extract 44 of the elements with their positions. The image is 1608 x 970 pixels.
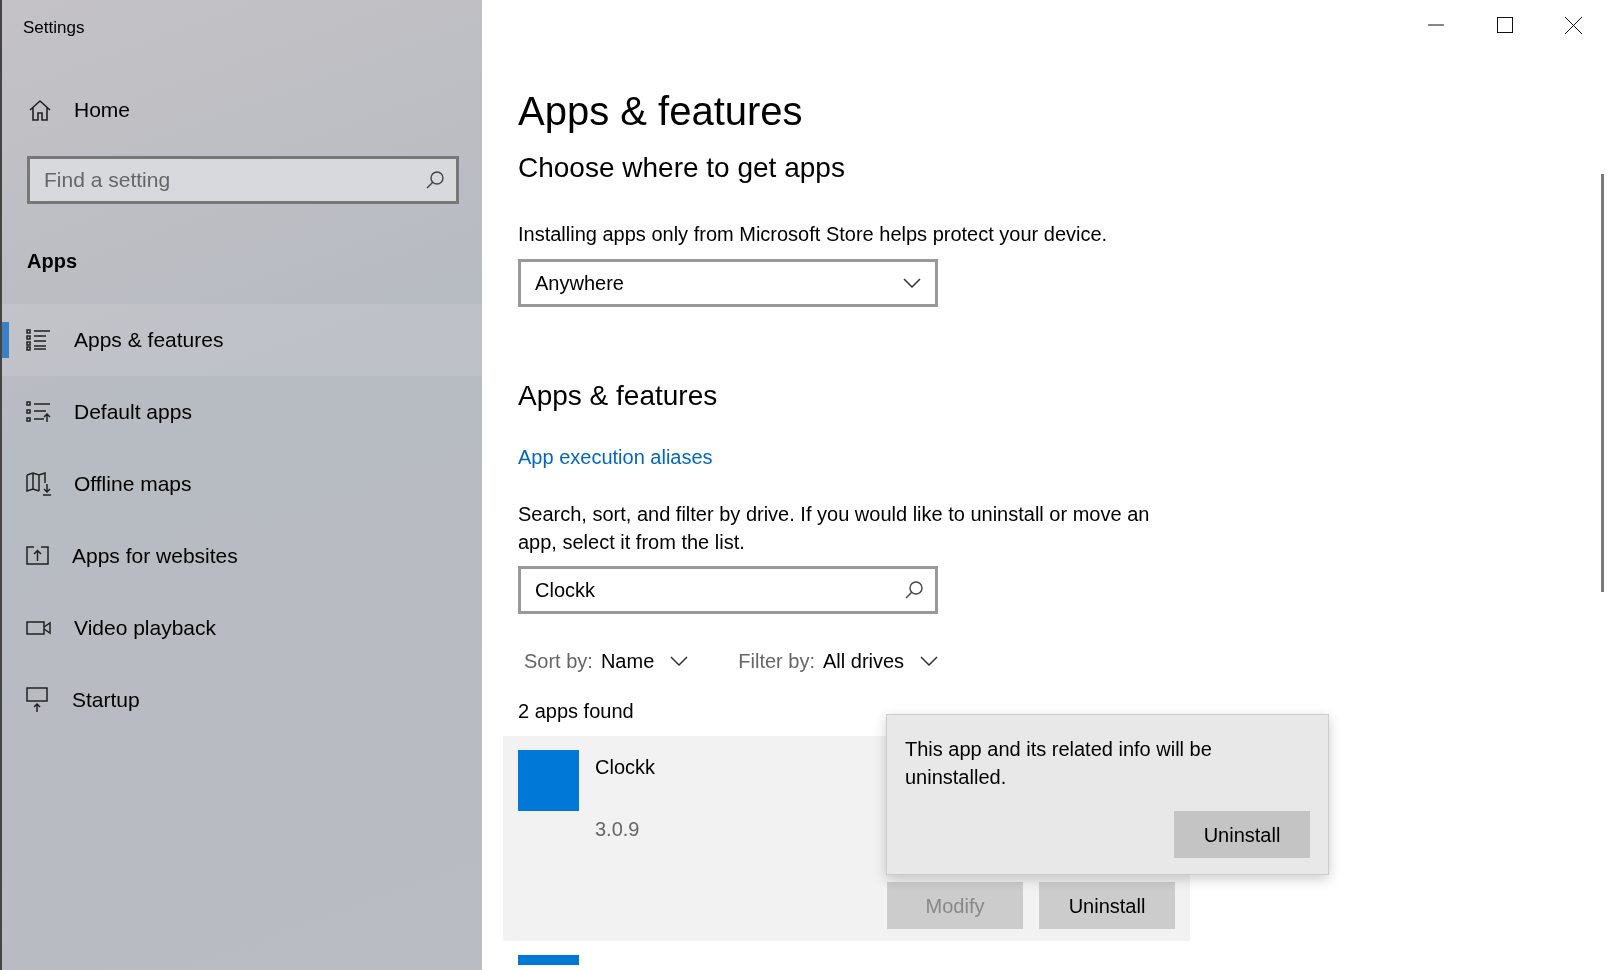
home-link[interactable]: Home — [2, 60, 482, 126]
list-arrow-icon — [26, 400, 52, 423]
source-dropdown[interactable]: Anywhere — [518, 258, 938, 307]
window-arrow-icon — [26, 545, 50, 566]
app-search-field[interactable]: Clockk — [518, 566, 938, 615]
minimize-icon — [1427, 24, 1444, 26]
app-icon — [518, 955, 579, 966]
aliases-link[interactable]: App execution aliases — [518, 442, 713, 473]
section-heading: Apps & features — [518, 378, 719, 413]
section-heading: Apps — [26, 248, 78, 274]
chevron-icon — [670, 656, 689, 667]
chevron-icon — [920, 656, 939, 667]
nav-item[interactable]: Apps for websites — [2, 519, 482, 592]
result-count: 2 apps found — [518, 699, 635, 725]
search-field[interactable]: Find a setting — [27, 155, 459, 204]
app-icon — [518, 750, 579, 812]
uninstall-button[interactable]: Uninstall — [1039, 882, 1175, 930]
close-icon — [1565, 16, 1582, 34]
description: Search, sort, and filter by drive. If you would like to uninstall or move an app, select it from the list. — [518, 502, 1151, 556]
nav-item[interactable]: Offline maps — [2, 447, 482, 520]
section-heading: Choose where to get apps — [518, 151, 846, 185]
scrollbar[interactable] — [1601, 174, 1604, 592]
list-icon — [26, 328, 52, 351]
nav-item[interactable]: Startup — [2, 663, 482, 736]
description: Installing apps only from Microsoft Store helps protect your device. — [518, 221, 1109, 247]
map-icon — [26, 471, 52, 496]
nav-item[interactable]: Default apps — [2, 375, 482, 448]
search-icon — [425, 169, 445, 190]
nav-item[interactable]: Apps & features — [2, 303, 482, 376]
video-camera-icon — [26, 618, 52, 637]
search-icon — [904, 580, 924, 601]
window-title: Settings — [22, 17, 86, 39]
page-title: Apps & features — [518, 89, 804, 133]
selection-indicator — [2, 321, 9, 358]
filter-dropdown[interactable]: Filter by: All drives — [738, 646, 939, 677]
home-icon — [28, 98, 52, 121]
sort-dropdown[interactable]: Sort by: Name — [524, 646, 689, 677]
monitor-arrow-icon — [26, 686, 50, 713]
app-version: 3.0.9 — [595, 817, 641, 843]
maximize-icon — [1496, 17, 1513, 33]
app-name: Clockk — [595, 755, 655, 781]
confirm-uninstall-button[interactable]: Uninstall — [1174, 811, 1310, 859]
nav-item[interactable]: Video playback — [2, 591, 482, 664]
chevron-icon — [903, 277, 921, 288]
